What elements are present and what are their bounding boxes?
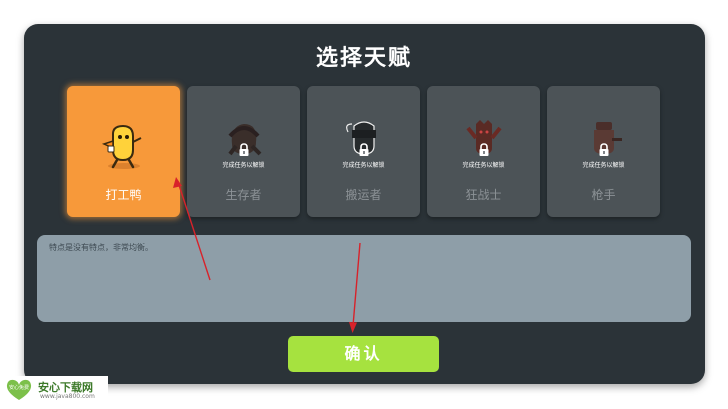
talent-label-survivor: 生存者	[225, 188, 262, 202]
talent-description-text: 特点是没有特点，非常均衡。	[49, 243, 153, 252]
lock-hint: 完成任务以解锁	[222, 162, 265, 169]
lock-icon	[599, 143, 608, 156]
talent-label-berserker: 狂战士	[465, 188, 502, 202]
confirm-button[interactable]: 确认	[288, 336, 439, 372]
lock-hint: 完成任务以解锁	[462, 162, 505, 169]
duck-character-icon	[101, 124, 142, 169]
watermark-logo-text: 安心免费	[9, 384, 29, 391]
site-watermark: 安心免费 安心下载网 www.java800.com	[4, 376, 108, 404]
watermark-logo-icon: 安心免费	[6, 379, 32, 400]
lock-icon	[239, 143, 248, 156]
talent-card-porter[interactable]: 完成任务以解锁 搬运者	[307, 86, 420, 217]
watermark-url: www.java800.com	[40, 393, 95, 400]
talent-card-berserker[interactable]: 完成任务以解锁 狂战士	[427, 86, 540, 217]
lock-icon	[359, 143, 368, 156]
talent-label-porter: 搬运者	[345, 188, 382, 202]
talent-description-box: 特点是没有特点，非常均衡。	[37, 235, 691, 322]
page-title: 选择天赋	[315, 46, 412, 71]
lock-hint: 完成任务以解锁	[342, 162, 385, 169]
talent-label-gunner: 枪手	[591, 188, 616, 202]
talent-card-survivor[interactable]: 完成任务以解锁 生存者	[187, 86, 300, 217]
lock-hint: 完成任务以解锁	[582, 162, 625, 169]
lock-icon	[479, 143, 488, 156]
talent-card-gunner[interactable]: 完成任务以解锁 枪手	[547, 86, 660, 217]
talent-card-worker-duck[interactable]: 打工鸭	[67, 86, 180, 217]
talent-label-worker-duck: 打工鸭	[105, 188, 142, 202]
